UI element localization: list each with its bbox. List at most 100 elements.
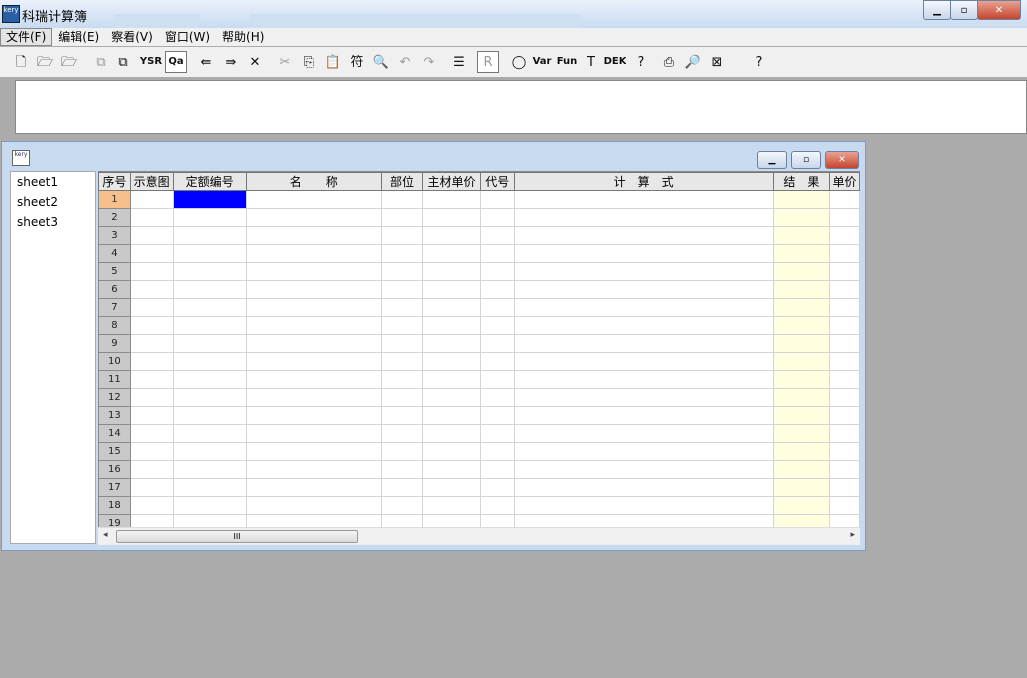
grid-cell[interactable] [172, 370, 247, 389]
row-number[interactable]: 8 [98, 316, 131, 335]
grid-cell[interactable] [513, 406, 774, 425]
new-file-icon[interactable]: 🗋 [10, 51, 32, 73]
qa-icon[interactable]: Qa [165, 51, 187, 73]
grid-cell[interactable] [380, 334, 424, 353]
grid-cell[interactable] [129, 352, 174, 371]
grid-cell[interactable] [513, 388, 774, 407]
grid-cell[interactable] [479, 352, 515, 371]
grid-cell[interactable] [829, 298, 860, 317]
minimize-button[interactable]: ▁ [923, 0, 951, 20]
grid-cell[interactable] [513, 316, 774, 335]
grid-cell[interactable] [129, 262, 174, 281]
grid-cell[interactable] [479, 388, 515, 407]
grid-cell[interactable] [245, 388, 382, 407]
column-header-1[interactable]: 示意图 [129, 172, 174, 191]
grid-cell[interactable] [513, 190, 774, 209]
grid-cell[interactable] [513, 442, 774, 461]
grid-cell[interactable] [172, 496, 247, 515]
grid-cell[interactable] [422, 352, 481, 371]
row-number[interactable]: 19 [98, 514, 131, 528]
grid-cell[interactable] [479, 406, 515, 425]
grid-cell[interactable] [129, 442, 174, 461]
column-header-9[interactable]: 单价 [829, 172, 860, 191]
grid-cell[interactable] [245, 460, 382, 479]
grid-cell[interactable] [380, 280, 424, 299]
grid-cell[interactable] [129, 478, 174, 497]
row-number[interactable]: 15 [98, 442, 131, 461]
close-button[interactable]: ✕ [977, 0, 1021, 20]
grid-cell[interactable] [513, 460, 774, 479]
grid-cell[interactable] [772, 460, 831, 479]
grid-cell[interactable] [422, 280, 481, 299]
grid-cell[interactable] [129, 316, 174, 335]
grid-cell[interactable] [479, 478, 515, 497]
grid-cell[interactable] [172, 460, 247, 479]
grid-cell[interactable] [129, 406, 174, 425]
grid-cell[interactable] [380, 460, 424, 479]
var-icon[interactable]: Var [531, 51, 553, 73]
color-ring-icon[interactable]: ◯ [508, 51, 530, 73]
column-header-7[interactable]: 计 算 式 [513, 172, 774, 191]
grid-cell[interactable] [513, 514, 774, 528]
row-number[interactable]: 11 [98, 370, 131, 389]
grid-cell[interactable] [772, 208, 831, 227]
grid-cell[interactable] [129, 424, 174, 443]
grid-cell[interactable] [513, 478, 774, 497]
row-number[interactable]: 14 [98, 424, 131, 443]
grid-cell[interactable] [422, 316, 481, 335]
grid-cell[interactable] [129, 190, 174, 209]
grid-cell[interactable] [513, 208, 774, 227]
open-file-icon[interactable]: 🗁 [34, 51, 56, 73]
grid-cell[interactable] [513, 424, 774, 443]
grid-cell[interactable] [422, 460, 481, 479]
grid-cell[interactable] [380, 388, 424, 407]
child-close-button[interactable]: ✕ [825, 151, 859, 169]
column-header-5[interactable]: 主材单价 [422, 172, 481, 191]
column-header-8[interactable]: 结 果 [772, 172, 831, 191]
grid-cell[interactable] [422, 514, 481, 528]
grid-cell[interactable] [172, 352, 247, 371]
grid-cell[interactable] [829, 424, 860, 443]
dek-icon[interactable]: DEK [604, 51, 626, 73]
print-icon[interactable]: ⎙ [658, 51, 680, 73]
grid-cell[interactable] [772, 496, 831, 515]
grid-cell[interactable] [772, 514, 831, 528]
grid-cell[interactable] [380, 442, 424, 461]
text-icon[interactable]: T [580, 51, 602, 73]
grid-cell[interactable] [422, 334, 481, 353]
grid-cell[interactable] [772, 280, 831, 299]
sheet-tab-sheet1[interactable]: sheet1 [11, 172, 95, 192]
grid-cell[interactable] [513, 298, 774, 317]
grid-cell[interactable] [380, 298, 424, 317]
grid-cell[interactable] [245, 478, 382, 497]
row-number[interactable]: 3 [98, 226, 131, 245]
cut-icon[interactable]: ✂ [274, 51, 296, 73]
copy-icon[interactable]: ⎘ [298, 51, 320, 73]
grid-cell[interactable] [829, 478, 860, 497]
scroll-left-icon[interactable]: ◂ [103, 530, 108, 540]
clipboard-list-icon[interactable]: ☰ [448, 51, 470, 73]
grid-cell[interactable] [829, 406, 860, 425]
maximize-button[interactable]: ▫ [950, 0, 978, 20]
grid-cell[interactable] [245, 262, 382, 281]
grid-cell[interactable] [172, 208, 247, 227]
grid-cell[interactable] [772, 352, 831, 371]
grid-cell[interactable] [172, 226, 247, 245]
grid-cell[interactable] [380, 514, 424, 528]
grid-cell[interactable] [380, 190, 424, 209]
row-number[interactable]: 17 [98, 478, 131, 497]
grid-cell[interactable] [513, 370, 774, 389]
insert-row-below-icon[interactable]: ⇛ [220, 51, 242, 73]
grid-cell[interactable] [380, 352, 424, 371]
row-number[interactable]: 5 [98, 262, 131, 281]
row-number[interactable]: 13 [98, 406, 131, 425]
grid-cell[interactable] [772, 388, 831, 407]
grid-cell[interactable] [422, 424, 481, 443]
grid-cell[interactable] [129, 496, 174, 515]
grid-cell[interactable] [245, 370, 382, 389]
grid-cell[interactable] [479, 316, 515, 335]
menu-item-1[interactable]: 编辑(E) [52, 28, 105, 46]
row-number[interactable]: 6 [98, 280, 131, 299]
horizontal-scrollbar[interactable]: ◂ III ▸ [98, 527, 860, 545]
row-number[interactable]: 1 [98, 190, 131, 209]
